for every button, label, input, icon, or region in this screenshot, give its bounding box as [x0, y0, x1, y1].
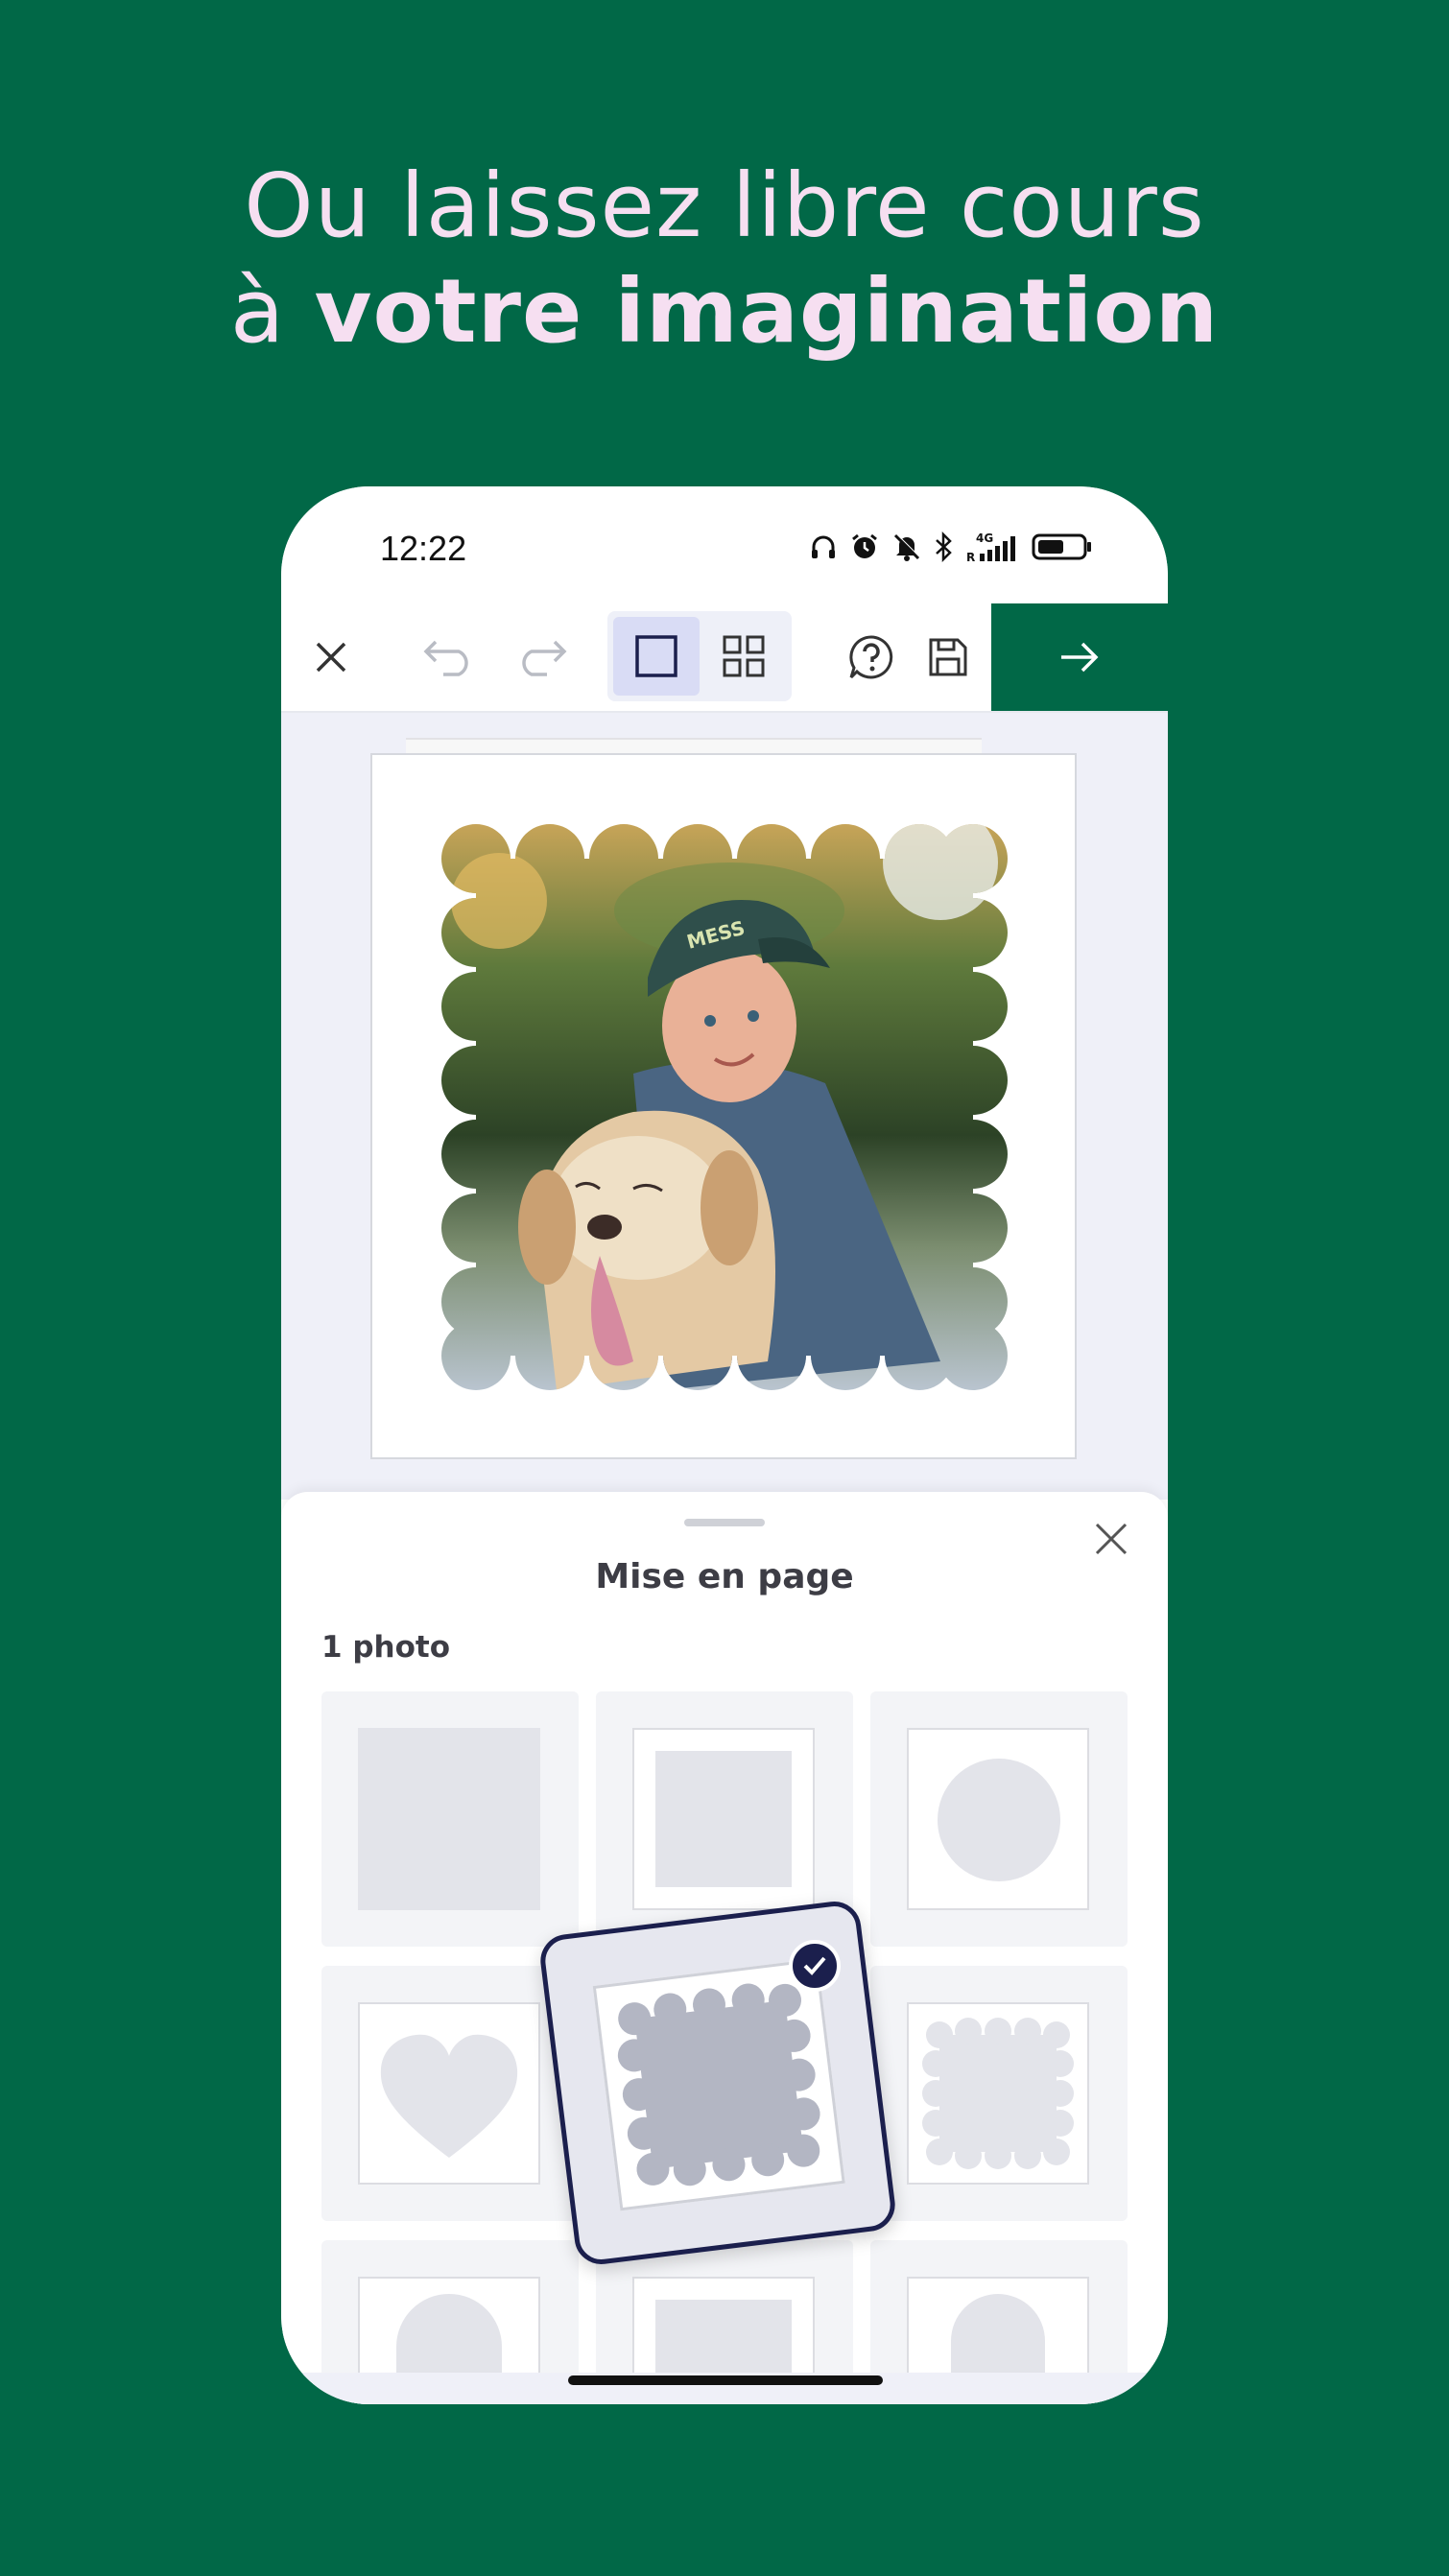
grid-view-button[interactable]: [701, 617, 786, 696]
help-button[interactable]: [838, 603, 905, 711]
scalloped-photo[interactable]: MESS: [441, 824, 1008, 1390]
save-button[interactable]: [915, 603, 982, 711]
layout-option-circle[interactable]: [870, 1691, 1128, 1947]
card-page[interactable]: MESS: [370, 753, 1077, 1459]
layout-shape-square: [358, 1728, 540, 1910]
layout-option-scalloped-selected[interactable]: [537, 1898, 898, 2268]
scalloped-shape: [922, 2018, 1074, 2169]
headline-line-2-prefix: à: [229, 260, 315, 363]
single-view-icon: [635, 635, 677, 677]
editor-toolbar: [281, 603, 1168, 713]
layout-frame: [632, 1728, 815, 1910]
redo-icon: [522, 640, 567, 676]
layout-frame: [358, 2002, 540, 2185]
scalloped-shape: [617, 1983, 820, 2186]
heart-shape: [380, 2034, 518, 2158]
help-icon: [849, 635, 893, 679]
status-bar: 12:22 4G R: [281, 486, 1168, 603]
sheet-grabber[interactable]: [684, 1519, 765, 1526]
mute-icon: [893, 533, 920, 561]
layout-option-scalloped[interactable]: [870, 1966, 1128, 2221]
undo-icon: [423, 640, 468, 676]
alarm-icon: [852, 533, 877, 558]
close-icon: [1095, 1523, 1128, 1555]
layout-option-square-full[interactable]: [321, 1691, 579, 1947]
sheet-close-button[interactable]: [1087, 1515, 1135, 1563]
grid-view-icon: [723, 635, 765, 677]
headline-line-2-bold: votre imagination: [314, 260, 1220, 363]
arrow-right-icon: [1061, 642, 1099, 673]
promo-headline: Ou laissez libre cours à votre imaginati…: [0, 154, 1449, 365]
close-button[interactable]: [300, 603, 362, 711]
check-icon: [803, 1956, 826, 1975]
status-time: 12:22: [380, 529, 467, 568]
headline-line-2: à votre imagination: [0, 259, 1449, 365]
layout-frame: [907, 2002, 1089, 2185]
single-view-button[interactable]: [613, 617, 700, 696]
signal-4g-icon: 4GR: [966, 532, 1015, 563]
view-toggle: [607, 611, 792, 701]
battery-icon: [1032, 533, 1091, 560]
headphones-icon: [812, 535, 835, 558]
headline-line-1: Ou laissez libre cours: [244, 154, 1205, 257]
next-button[interactable]: [991, 603, 1168, 711]
sheet-title: Mise en page: [595, 1557, 854, 1596]
editor-canvas: MESS: [281, 713, 1168, 1500]
save-icon: [929, 638, 967, 676]
layout-frame: [907, 1728, 1089, 1910]
section-label: 1 photo: [321, 1630, 451, 1665]
layout-option-heart[interactable]: [321, 1966, 579, 2221]
selected-check-badge: [789, 1940, 841, 1992]
close-icon: [316, 642, 346, 673]
status-icons: 4G R: [809, 531, 1093, 563]
home-indicator: [568, 2375, 883, 2385]
redo-button[interactable]: [508, 603, 575, 711]
undo-button[interactable]: [416, 603, 483, 711]
svg-text:R: R: [966, 551, 975, 563]
layout-frame: [592, 1958, 845, 2211]
bluetooth-icon: [936, 532, 952, 562]
svg-text:4G: 4G: [976, 532, 993, 545]
